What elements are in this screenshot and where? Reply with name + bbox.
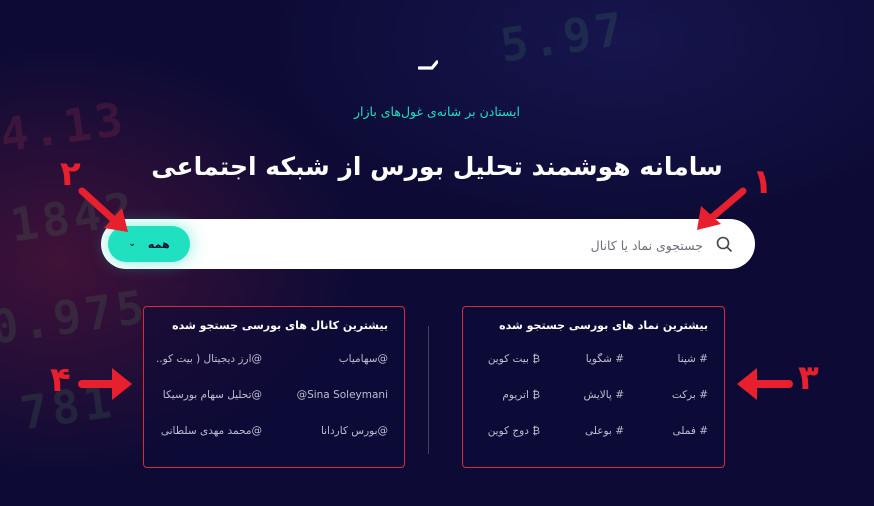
- symbol-link[interactable]: ₿ دوج کوین: [476, 425, 540, 437]
- top-channels-panel: بیشترین کانال های بورسی جستجو شده @سهامی…: [143, 306, 405, 468]
- channel-link[interactable]: @تحلیل سهام بورسیکا: [156, 389, 262, 401]
- top-channels-title: بیشترین کانال های بورسی جستجو شده: [172, 319, 388, 332]
- channel-link[interactable]: Sina Soleymani@: [288, 389, 388, 401]
- symbol-link[interactable]: # فملی: [648, 425, 708, 437]
- symbol-link[interactable]: # بوعلی: [564, 425, 624, 437]
- annotation-arrow-icon: [737, 368, 793, 400]
- symbol-link[interactable]: # شپنا: [648, 353, 708, 365]
- channel-link[interactable]: @سهامیاب: [288, 353, 388, 365]
- symbol-link[interactable]: ₿ اتریوم: [476, 389, 540, 401]
- brand-logo-icon[interactable]: [418, 60, 438, 72]
- search-input[interactable]: [331, 231, 705, 259]
- annotation-arrow-icon: [697, 187, 747, 230]
- channel-link[interactable]: @محمد مهدی سلطانی: [156, 425, 262, 437]
- annotation-arrow-icon: [78, 187, 128, 232]
- symbol-link[interactable]: # برکت: [648, 389, 708, 401]
- annotation-number-4: ۴: [50, 360, 71, 400]
- chevron-down-icon: ⌄: [128, 239, 136, 249]
- symbol-link[interactable]: ₿ بیت کوین: [476, 353, 540, 365]
- search-bar: ⌄ همه: [101, 219, 755, 269]
- search-icon[interactable]: [715, 235, 733, 253]
- top-symbols-title: بیشترین نماد های بورسی جستجو شده: [499, 319, 708, 332]
- annotation-number-1: ۱: [752, 162, 773, 202]
- annotation-number-3: ۳: [798, 358, 819, 398]
- hero-tagline: ایستادن بر شانه‌ی غول‌های بازار: [353, 104, 521, 119]
- symbol-link[interactable]: # پالایش: [564, 389, 624, 401]
- top-symbols-panel: بیشترین نماد های بورسی جستجو شده # شپنا …: [462, 306, 725, 468]
- channel-link[interactable]: @بورس کاردانا: [288, 425, 388, 437]
- panel-divider: [428, 326, 429, 454]
- page-title: سامانه هوشمند تحلیل بورس از شبکه اجتماعی: [151, 152, 723, 181]
- annotation-arrow-icon: [78, 368, 132, 400]
- channel-link[interactable]: @ارز دیجیتال ( بیت کو...: [156, 353, 262, 365]
- symbol-link[interactable]: # شگویا: [564, 353, 624, 365]
- filter-dropdown-label: همه: [147, 237, 170, 251]
